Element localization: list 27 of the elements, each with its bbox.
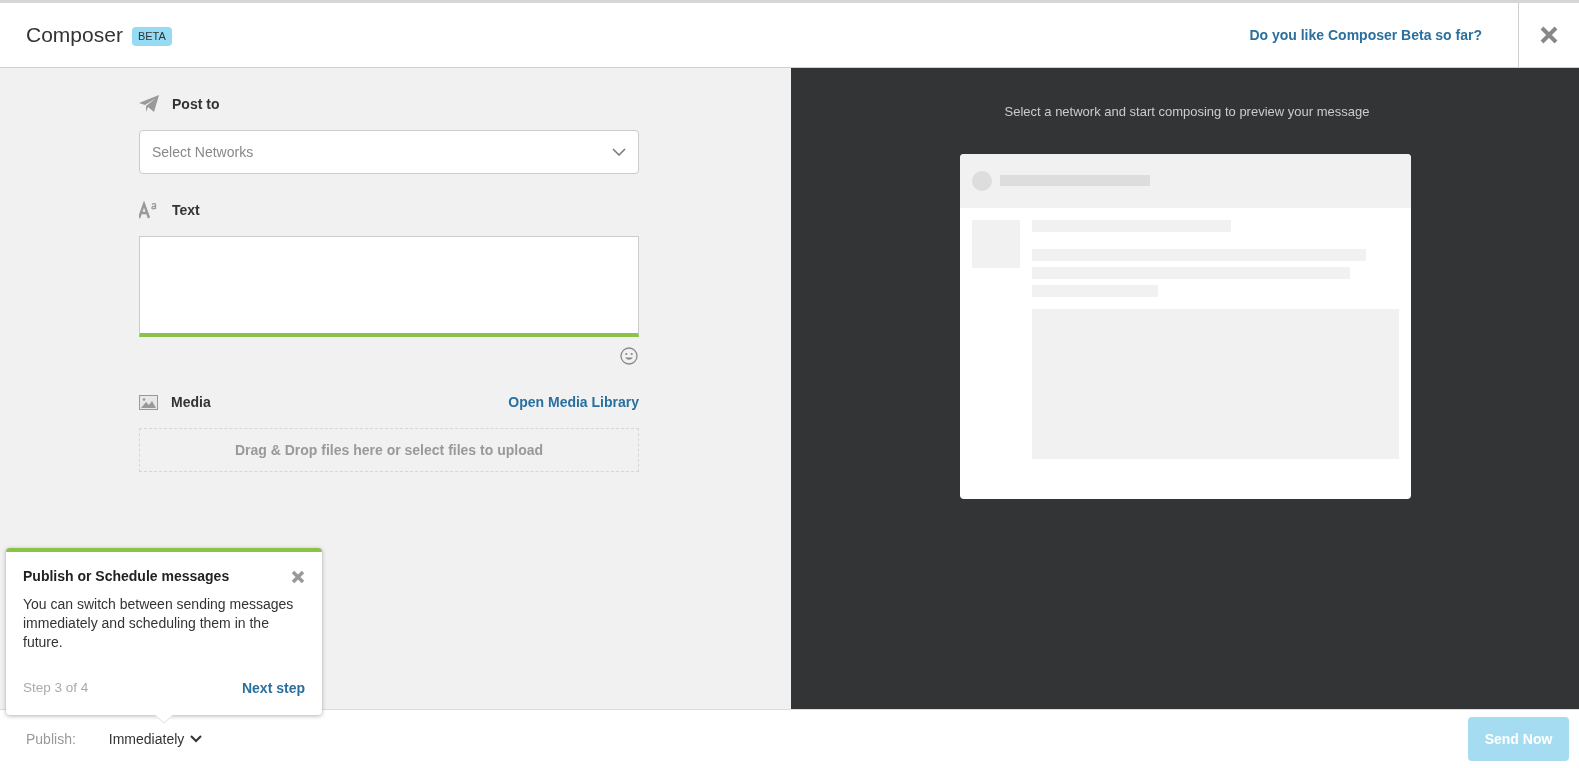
publish-timing-dropdown[interactable]: Immediately <box>108 728 203 750</box>
next-step-link[interactable]: Next step <box>241 678 305 699</box>
beta-badge: BETA <box>131 27 172 46</box>
field-label: Text <box>172 200 200 220</box>
chevron-down-icon <box>612 148 626 156</box>
app-title: Composer <box>26 22 123 49</box>
open-media-library-link[interactable]: Open Media Library <box>508 391 639 413</box>
message-text-area[interactable] <box>139 236 639 337</box>
file-drop-zone[interactable]: Drag & Drop files here or select files to upload <box>139 428 639 472</box>
close-button[interactable] <box>291 569 305 584</box>
tooltip-pointer <box>155 715 173 723</box>
tooltip-title: Publish or Schedule messages <box>23 567 230 586</box>
font-size-icon <box>139 201 159 219</box>
field-label: Post to <box>172 94 220 114</box>
chevron-down-icon <box>190 735 203 743</box>
step-counter: Step 3 of 4 <box>23 679 89 698</box>
publish-label: Publish: <box>26 729 76 749</box>
preview-hint: Select a network and start composing to preview your message <box>1004 103 1370 121</box>
feedback-link[interactable]: Do you like Composer Beta so far? <box>1249 24 1482 46</box>
close-icon <box>291 569 305 584</box>
emoji-icon[interactable] <box>620 347 638 365</box>
image-icon <box>139 394 158 410</box>
close-icon <box>1540 26 1558 44</box>
tooltip-body: You can switch between sending messages immediately and scheduling them in the future. <box>23 595 295 652</box>
networks-dropdown[interactable]: Select Networks <box>139 130 639 174</box>
paper-plane-icon <box>139 95 159 113</box>
field-label: Media <box>171 392 211 412</box>
